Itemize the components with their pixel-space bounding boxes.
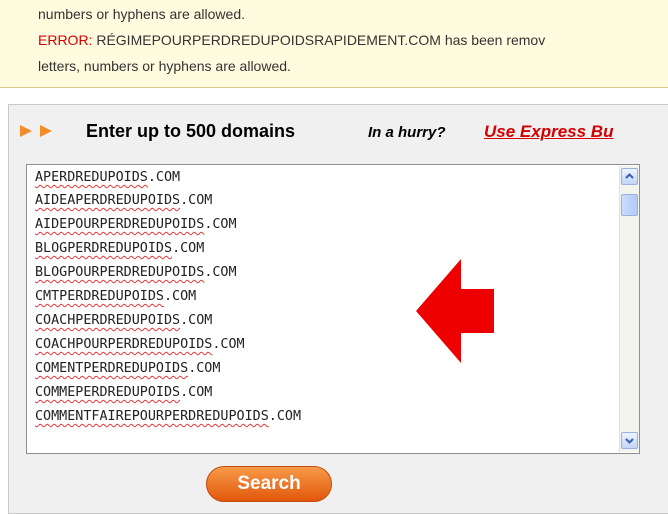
express-bulk-link[interactable]: Use Express Bu [484, 122, 613, 142]
scroll-up-button[interactable] [621, 168, 638, 185]
domain-line: COMMENTFAIREPOURPERDREDUPOIDS.COM [35, 409, 302, 424]
error-line-2-text: RÉGIMEPOURPERDREDUPOIDSRAPIDEMENT.COM ha… [92, 32, 546, 48]
scroll-thumb[interactable] [621, 194, 638, 216]
domain-line: COMENTPERDREDUPOIDS.COM [35, 361, 221, 376]
error-line-3: letters, numbers or hyphens are allowed. [38, 58, 291, 74]
domain-line: BLOGPOURPERDREDUPOIDS.COM [35, 265, 237, 280]
error-line-3-text: letters, numbers or hyphens are allowed. [38, 58, 291, 74]
domain-line: APERDREDUPOIDS.COM [35, 170, 181, 185]
error-message-box: numbers or hyphens are allowed. ERROR: R… [0, 0, 668, 88]
domain-line: COMMEPERDREDUPOIDS.COM [35, 385, 213, 400]
error-label: ERROR: [38, 32, 93, 48]
domain-line: AIDEPOURPERDREDUPOIDS.COM [35, 217, 237, 232]
hurry-text: In a hurry? [368, 124, 446, 141]
domain-line: AIDEAPERDREDUPOIDS.COM [35, 193, 213, 208]
chevron-up-icon [625, 173, 634, 179]
scroll-down-button[interactable] [621, 432, 638, 449]
error-line-1: numbers or hyphens are allowed. [38, 6, 245, 22]
red-arrow-icon [416, 259, 494, 363]
textarea-scrollbar[interactable] [619, 166, 639, 452]
search-button[interactable]: Search [206, 466, 332, 502]
domain-line: BLOGPERDREDUPOIDS.COM [35, 241, 205, 256]
chevron-down-icon [625, 438, 634, 444]
panel-title: Enter up to 500 domains [86, 121, 296, 141]
domain-line: COACHPERDREDUPOIDS.COM [35, 313, 213, 328]
error-line-2: ERROR: RÉGIMEPOURPERDREDUPOIDSRAPIDEMENT… [38, 32, 545, 48]
domain-line: COACHPOURPERDREDUPOIDS.COM [35, 337, 245, 352]
double-arrow-icon [20, 125, 52, 137]
error-line-1-text: numbers or hyphens are allowed. [38, 6, 246, 22]
domains-textarea[interactable]: APERDREDUPOIDS.COM AIDEAPERDREDUPOIDS.CO… [26, 164, 640, 454]
domain-line: CMTPERDREDUPOIDS.COM [35, 289, 197, 304]
